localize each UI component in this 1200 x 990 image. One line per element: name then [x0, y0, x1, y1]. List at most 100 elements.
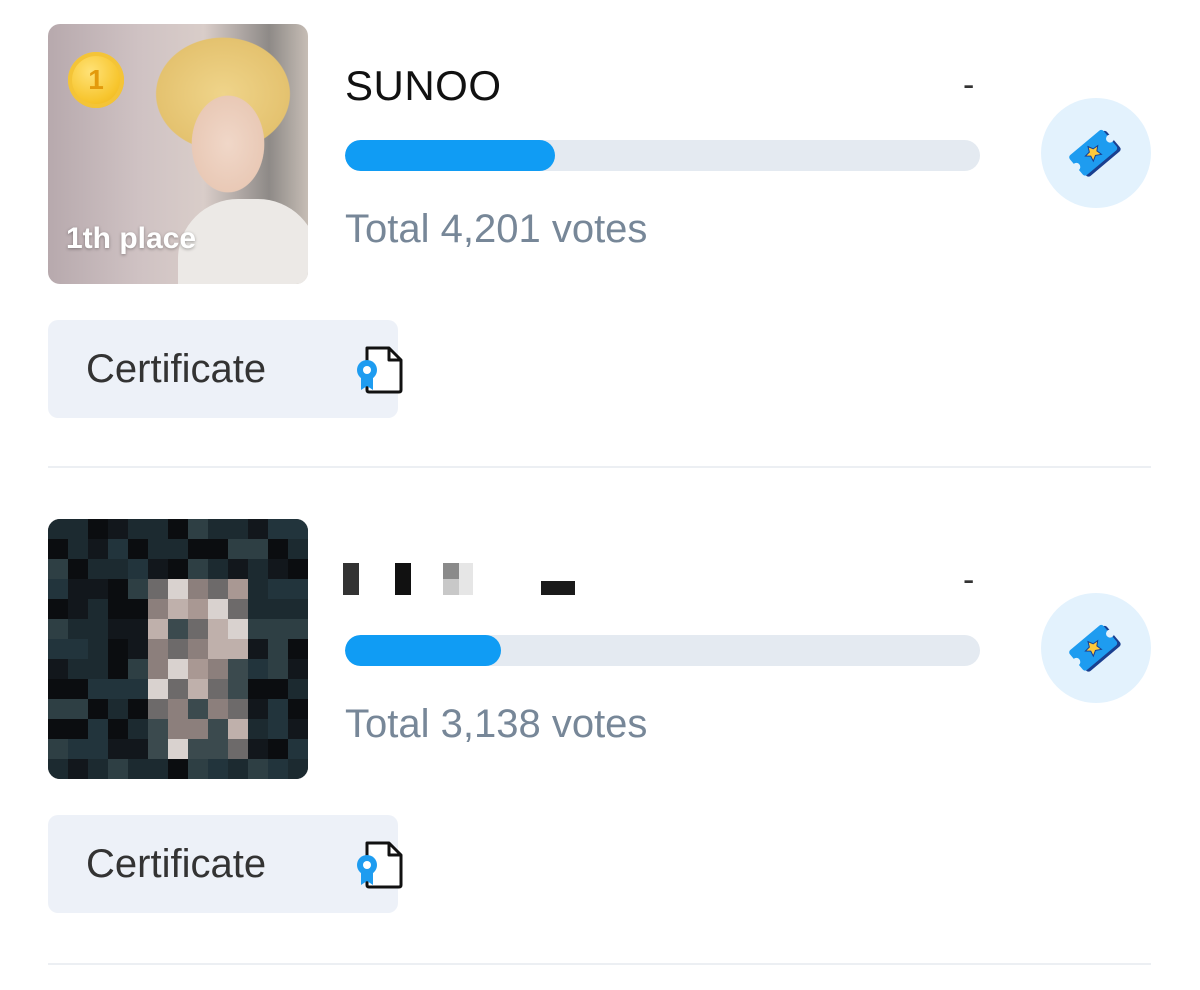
mosaic-cell: [248, 559, 268, 579]
mosaic-cell: [88, 719, 108, 739]
mosaic-cell: [168, 599, 188, 619]
mosaic-cell: [268, 699, 288, 719]
mosaic-cell: [168, 579, 188, 599]
mosaic-cell: [108, 679, 128, 699]
mosaic-cell: [168, 659, 188, 679]
entry-divider: [48, 963, 1151, 965]
mosaic-cell: [288, 659, 308, 679]
artist-photo-pixelated[interactable]: [48, 519, 308, 779]
mosaic-cell: [88, 759, 108, 779]
mosaic-cell: [108, 579, 128, 599]
mosaic-cell: [148, 619, 168, 639]
mosaic-cell: [128, 639, 148, 659]
mosaic-cell: [208, 539, 228, 559]
place-badge-number: 1: [88, 64, 104, 95]
mosaic-cell: [128, 699, 148, 719]
mosaic-cell: [88, 539, 108, 559]
mosaic-cell: [108, 619, 128, 639]
mosaic-cell: [268, 559, 288, 579]
mosaic-cell: [48, 759, 68, 779]
entry-divider: [48, 466, 1151, 468]
gold-medal-icon: 1: [68, 52, 124, 108]
mosaic-cell: [68, 559, 88, 579]
mosaic-cell: [288, 559, 308, 579]
mosaic-cell: [108, 699, 128, 719]
mosaic-cell: [228, 719, 248, 739]
mosaic-cell: [288, 759, 308, 779]
mosaic-cell: [188, 719, 208, 739]
certificate-label: Certificate: [86, 841, 267, 886]
mosaic-cell: [168, 679, 188, 699]
mosaic-cell: [68, 759, 88, 779]
mosaic-cell: [288, 519, 308, 539]
mosaic-cell: [48, 719, 68, 739]
mosaic-cell: [88, 559, 108, 579]
mosaic-cell: [248, 579, 268, 599]
mosaic-cell: [128, 539, 148, 559]
mosaic-cell: [208, 739, 228, 759]
mosaic-cell: [48, 739, 68, 759]
mosaic-cell: [168, 519, 188, 539]
mosaic-cell: [88, 619, 108, 639]
mosaic-cell: [268, 599, 288, 619]
mosaic-cell: [188, 659, 208, 679]
mosaic-cell: [168, 619, 188, 639]
mosaic-cell: [88, 659, 108, 679]
mosaic-cell: [128, 619, 148, 639]
mosaic-cell: [208, 759, 228, 779]
mosaic-cell: [268, 679, 288, 699]
mosaic-cell: [148, 759, 168, 779]
rank-change: -: [963, 561, 975, 599]
mosaic-cell: [48, 619, 68, 639]
mosaic-cell: [228, 659, 248, 679]
mosaic-cell: [248, 679, 268, 699]
mosaic-cell: [228, 639, 248, 659]
mosaic-cell: [288, 739, 308, 759]
mosaic-cell: [48, 579, 68, 599]
certificate-button[interactable]: Certificate: [48, 815, 403, 913]
mosaic-cell: [208, 579, 228, 599]
mosaic-cell: [68, 579, 88, 599]
mosaic-cell: [208, 559, 228, 579]
mosaic-cell: [248, 539, 268, 559]
certificate-label: Certificate: [86, 346, 267, 391]
mosaic-cell: [68, 699, 88, 719]
certificate-document-icon: [357, 346, 403, 394]
mosaic-cell: [268, 539, 288, 559]
mosaic-cell: [68, 739, 88, 759]
mosaic-cell: [148, 539, 168, 559]
mosaic-cell: [208, 659, 228, 679]
mosaic-cell: [48, 699, 68, 719]
mosaic-cell: [128, 759, 148, 779]
mosaic-cell: [288, 639, 308, 659]
mosaic-cell: [188, 619, 208, 639]
mosaic-cell: [288, 719, 308, 739]
mosaic-cell: [148, 559, 168, 579]
mosaic-cell: [148, 519, 168, 539]
mosaic-cell: [248, 619, 268, 639]
mosaic-cell: [128, 519, 148, 539]
vote-ticket-button[interactable]: [1041, 98, 1151, 208]
mosaic-cell: [68, 659, 88, 679]
mosaic-cell: [108, 659, 128, 679]
mosaic-cell: [208, 679, 228, 699]
mosaic-cell: [188, 739, 208, 759]
mosaic-cell: [108, 599, 128, 619]
mosaic-cell: [108, 719, 128, 739]
mosaic-cell: [228, 759, 248, 779]
mosaic-cell: [128, 679, 148, 699]
vote-ticket-button[interactable]: [1041, 593, 1151, 703]
mosaic-cell: [268, 739, 288, 759]
mosaic-cell: [248, 599, 268, 619]
mosaic-cell: [148, 719, 168, 739]
mosaic-cell: [248, 759, 268, 779]
mosaic-cell: [168, 719, 188, 739]
mosaic-cell: [148, 739, 168, 759]
artist-photo[interactable]: 1 1th place: [48, 24, 308, 284]
mosaic-cell: [188, 639, 208, 659]
mosaic-cell: [268, 719, 288, 739]
mosaic-cell: [188, 519, 208, 539]
mosaic-cell: [48, 639, 68, 659]
certificate-button[interactable]: Certificate: [48, 320, 403, 418]
mosaic-cell: [88, 639, 108, 659]
